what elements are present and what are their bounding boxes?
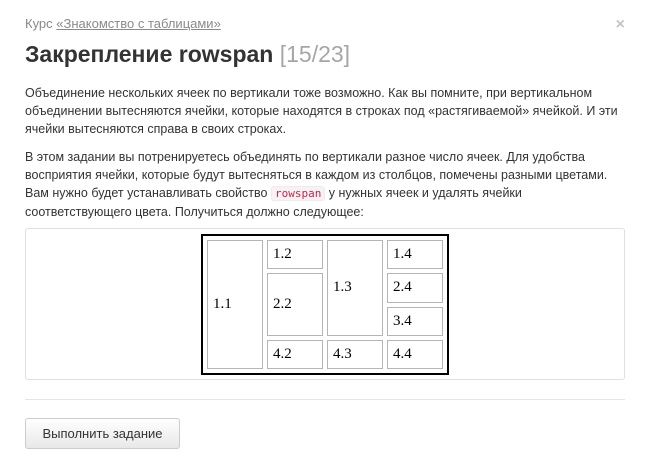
intro-paragraph: Объединение нескольких ячеек по вертикал… [25,86,618,136]
course-link[interactable]: «Знакомство с таблицами» [56,16,221,31]
rowspan-code: rowspan [270,186,326,201]
table-cell-1-1: 1.1 [207,240,263,369]
footer-divider [25,399,625,400]
table-cell-1-2: 1.2 [267,240,323,270]
title-text: Закрепление rowspan [25,41,274,67]
lesson-modal: Курс «Знакомство с таблицами» × Закрепле… [0,0,646,463]
demo-table: 1.1 1.2 1.3 1.4 2.2 2.4 3.4 4.2 4.3 4.4 [201,234,449,375]
table-cell-3-4: 3.4 [387,306,443,336]
page-title: Закрепление rowspan [15/23] [25,38,350,70]
table-cell-1-3: 1.3 [327,240,383,336]
step-counter: [15/23] [279,41,351,67]
course-breadcrumb: Курс «Знакомство с таблицами» [25,15,221,33]
table-cell-4-2: 4.2 [267,339,323,369]
table-cell-1-4: 1.4 [387,240,443,270]
table-cell-4-4: 4.4 [387,339,443,369]
task-paragraph: В этом задании вы потренируетесь объедин… [25,148,625,221]
result-preview: 1.1 1.2 1.3 1.4 2.2 2.4 3.4 4.2 4.3 4.4 [25,228,625,380]
table-cell-4-3: 4.3 [327,339,383,369]
table-cell-2-4: 2.4 [387,273,443,303]
table-cell-2-2: 2.2 [267,273,323,336]
table-row: 1.1 1.2 1.3 1.4 [207,240,443,369]
submit-task-button[interactable]: Выполнить задание [25,418,180,449]
close-icon[interactable]: × [616,15,625,35]
course-prefix: Курс [25,16,57,31]
